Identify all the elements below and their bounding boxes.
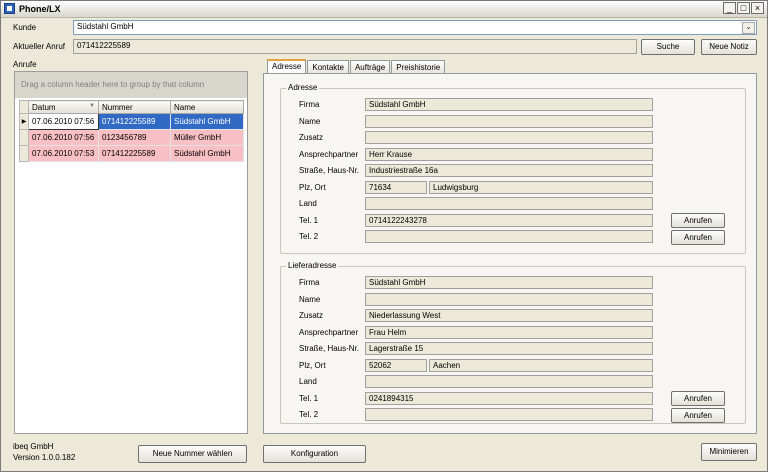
row-arrow-icon: ▶ (19, 113, 29, 130)
tab-kontakte[interactable]: Kontakte (307, 60, 349, 74)
call-name[interactable]: Müller GmbH (170, 129, 244, 146)
tab-auftraege[interactable]: Aufträge (349, 60, 391, 74)
zusatz-label: Zusatz (299, 133, 324, 142)
firma-field[interactable]: Südstahl GmbH (365, 98, 653, 111)
minimieren-button[interactable]: Minimieren (701, 443, 757, 461)
tab-adresse[interactable]: Adresse (267, 59, 307, 74)
call-name[interactable]: Südstahl GmbH (170, 145, 244, 162)
tel2-field[interactable] (365, 230, 653, 243)
ort-field[interactable]: Ludwigsburg (429, 181, 653, 194)
tel1-field[interactable]: 0714122243278 (365, 214, 653, 227)
liefer-name-field[interactable] (365, 293, 653, 306)
anrufen-tel2-button[interactable]: Anrufen (671, 230, 725, 245)
tel1-label: Tel. 1 (299, 394, 319, 403)
header-corner (19, 100, 29, 114)
name-label: Name (299, 117, 321, 126)
chevron-down-icon[interactable]: ⌄ (742, 22, 755, 34)
call-name[interactable]: Südstahl GmbH (170, 113, 244, 130)
neue-notiz-button[interactable]: Neue Notiz (701, 39, 757, 55)
tel1-label: Tel. 1 (299, 216, 319, 225)
zusatz-field[interactable] (365, 131, 653, 144)
aktueller-anruf-label: Aktueller Anruf (13, 42, 66, 51)
neue-nummer-waehlen-button[interactable]: Neue Nummer wählen (138, 445, 247, 463)
call-nummer[interactable]: 071412225589 (98, 145, 171, 162)
plz-ort-label: Plz, Ort (299, 361, 326, 370)
strasse-label: Straße, Haus-Nr. (299, 166, 360, 175)
land-label: Land (299, 199, 317, 208)
call-nummer[interactable]: 0123456789 (98, 129, 171, 146)
liefer-zusatz-field[interactable]: Niederlassung West (365, 309, 653, 322)
tab-strip: Adresse Kontakte Aufträge Preishistorie (267, 59, 446, 74)
kunde-value: Südstahl GmbH (77, 22, 134, 31)
row-indicator (19, 145, 29, 162)
group-by-hint[interactable]: Drag a column header here to group by th… (15, 72, 247, 98)
tel2-label: Tel. 2 (299, 410, 319, 419)
sort-desc-icon: ▼ (89, 102, 95, 109)
plz-ort-label: Plz, Ort (299, 183, 326, 192)
window-title: Phone/LX (19, 4, 61, 14)
table-row[interactable]: ▶ 07.06.2010 07:56 071412225589 Südstahl… (19, 113, 244, 130)
tab-preishistorie[interactable]: Preishistorie (391, 60, 446, 74)
kunde-combobox[interactable]: Südstahl GmbH ⌄ (73, 20, 757, 35)
company-name: ibeq GmbH (13, 442, 54, 451)
liefer-ansprechpartner-field[interactable]: Frau Helm (365, 326, 653, 339)
strasse-field[interactable]: Industriestraße 16a (365, 164, 653, 177)
title-bar[interactable]: Phone/LX _ □ × (1, 1, 767, 18)
window-controls: _ □ × (723, 2, 764, 14)
row-indicator (19, 129, 29, 146)
app-icon (4, 3, 15, 14)
ansprechpartner-label: Ansprechpartner (299, 328, 359, 337)
calls-table: Datum ▼ Nummer Name ▶ 07.06.2010 07:56 07… (19, 100, 244, 162)
liefer-plz-field[interactable]: 52062 (365, 359, 427, 372)
call-nummer[interactable]: 071412225589 (98, 113, 171, 130)
lieferadresse-group: Lieferadresse Firma Südstahl GmbH Name Z… (280, 261, 746, 424)
tel2-label: Tel. 2 (299, 232, 319, 241)
column-header-nummer[interactable]: Nummer (98, 100, 171, 114)
lieferadresse-group-title: Lieferadresse (286, 261, 339, 271)
anrufen-tel1-button[interactable]: Anrufen (671, 213, 725, 228)
strasse-label: Straße, Haus-Nr. (299, 344, 360, 353)
calls-grid[interactable]: Drag a column header here to group by th… (14, 71, 248, 434)
name-field[interactable] (365, 115, 653, 128)
liefer-firma-field[interactable]: Südstahl GmbH (365, 276, 653, 289)
ansprechpartner-field[interactable]: Herr Krause (365, 148, 653, 161)
adresse-group: Adresse Firma Südstahl GmbH Name Zusatz … (280, 83, 746, 254)
plz-field[interactable]: 71634 (365, 181, 427, 194)
call-datum[interactable]: 07.06.2010 07:56 (28, 129, 99, 146)
anrufe-label: Anrufe (13, 60, 37, 69)
minimize-icon[interactable]: _ (723, 2, 736, 14)
land-field[interactable] (365, 197, 653, 210)
land-label: Land (299, 377, 317, 386)
liefer-tel2-field[interactable] (365, 408, 653, 421)
table-row[interactable]: 07.06.2010 07:56 0123456789 Müller GmbH (19, 129, 244, 146)
suche-button[interactable]: Suche (641, 39, 695, 55)
firma-label: Firma (299, 278, 320, 287)
anrufen-liefer-tel2-button[interactable]: Anrufen (671, 408, 725, 423)
main-window: Phone/LX _ □ × Kunde Südstahl GmbH ⌄ Akt… (0, 0, 768, 472)
liefer-tel1-field[interactable]: 0241894315 (365, 392, 653, 405)
call-datum[interactable]: 07.06.2010 07:53 (28, 145, 99, 162)
liefer-land-field[interactable] (365, 375, 653, 388)
anrufen-liefer-tel1-button[interactable]: Anrufen (671, 391, 725, 406)
adresse-group-title: Adresse (286, 83, 320, 93)
maximize-icon[interactable]: □ (737, 2, 750, 14)
close-icon[interactable]: × (751, 2, 764, 14)
tab-page-adresse: Adresse Firma Südstahl GmbH Name Zusatz … (263, 73, 757, 434)
firma-label: Firma (299, 100, 320, 109)
kunde-label: Kunde (13, 23, 37, 32)
liefer-ort-field[interactable]: Aachen (429, 359, 653, 372)
name-label: Name (299, 295, 321, 304)
calls-header-row: Datum ▼ Nummer Name (19, 100, 244, 114)
aktueller-anruf-field[interactable]: 071412225589 (73, 39, 637, 54)
version-text: Version 1.0.0.182 (13, 453, 76, 462)
zusatz-label: Zusatz (299, 311, 324, 320)
liefer-strasse-field[interactable]: Lagerstraße 15 (365, 342, 653, 355)
column-header-name[interactable]: Name (170, 100, 244, 114)
ansprechpartner-label: Ansprechpartner (299, 150, 359, 159)
table-row[interactable]: 07.06.2010 07:53 071412225589 Südstahl G… (19, 145, 244, 162)
konfiguration-button[interactable]: Konfiguration (263, 445, 366, 463)
column-header-datum[interactable]: Datum ▼ (28, 100, 99, 114)
call-datum[interactable]: 07.06.2010 07:56 (28, 113, 99, 130)
